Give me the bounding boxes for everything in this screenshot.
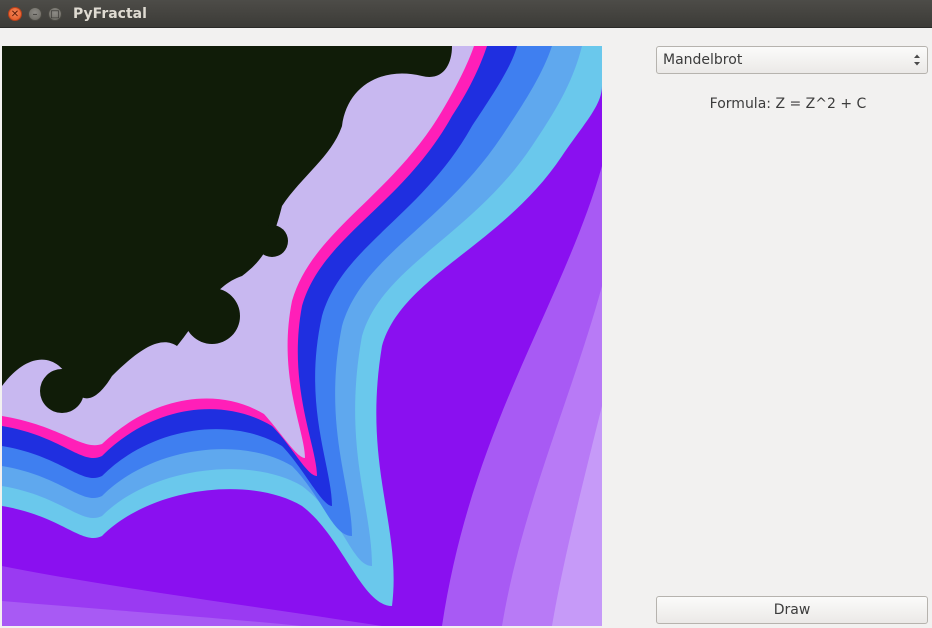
close-icon[interactable]: ✕ — [8, 7, 22, 21]
window-title: PyFractal — [73, 6, 147, 22]
fractal-canvas[interactable] — [2, 46, 602, 626]
app-window: ✕ – □ PyFractal Mandelbrot Formula: Z = … — [0, 0, 932, 628]
draw-button[interactable]: Draw — [656, 596, 928, 624]
updown-arrows-icon — [914, 54, 920, 66]
fractal-type-value: Mandelbrot — [663, 52, 743, 68]
title-bar: ✕ – □ PyFractal — [0, 0, 932, 28]
minimize-icon[interactable]: – — [28, 7, 42, 21]
fractal-type-select[interactable]: Mandelbrot — [656, 46, 928, 74]
formula-label: Formula: Z = Z^2 + C — [709, 96, 867, 112]
fractal-image — [2, 46, 602, 626]
maximize-icon[interactable]: □ — [48, 7, 62, 21]
